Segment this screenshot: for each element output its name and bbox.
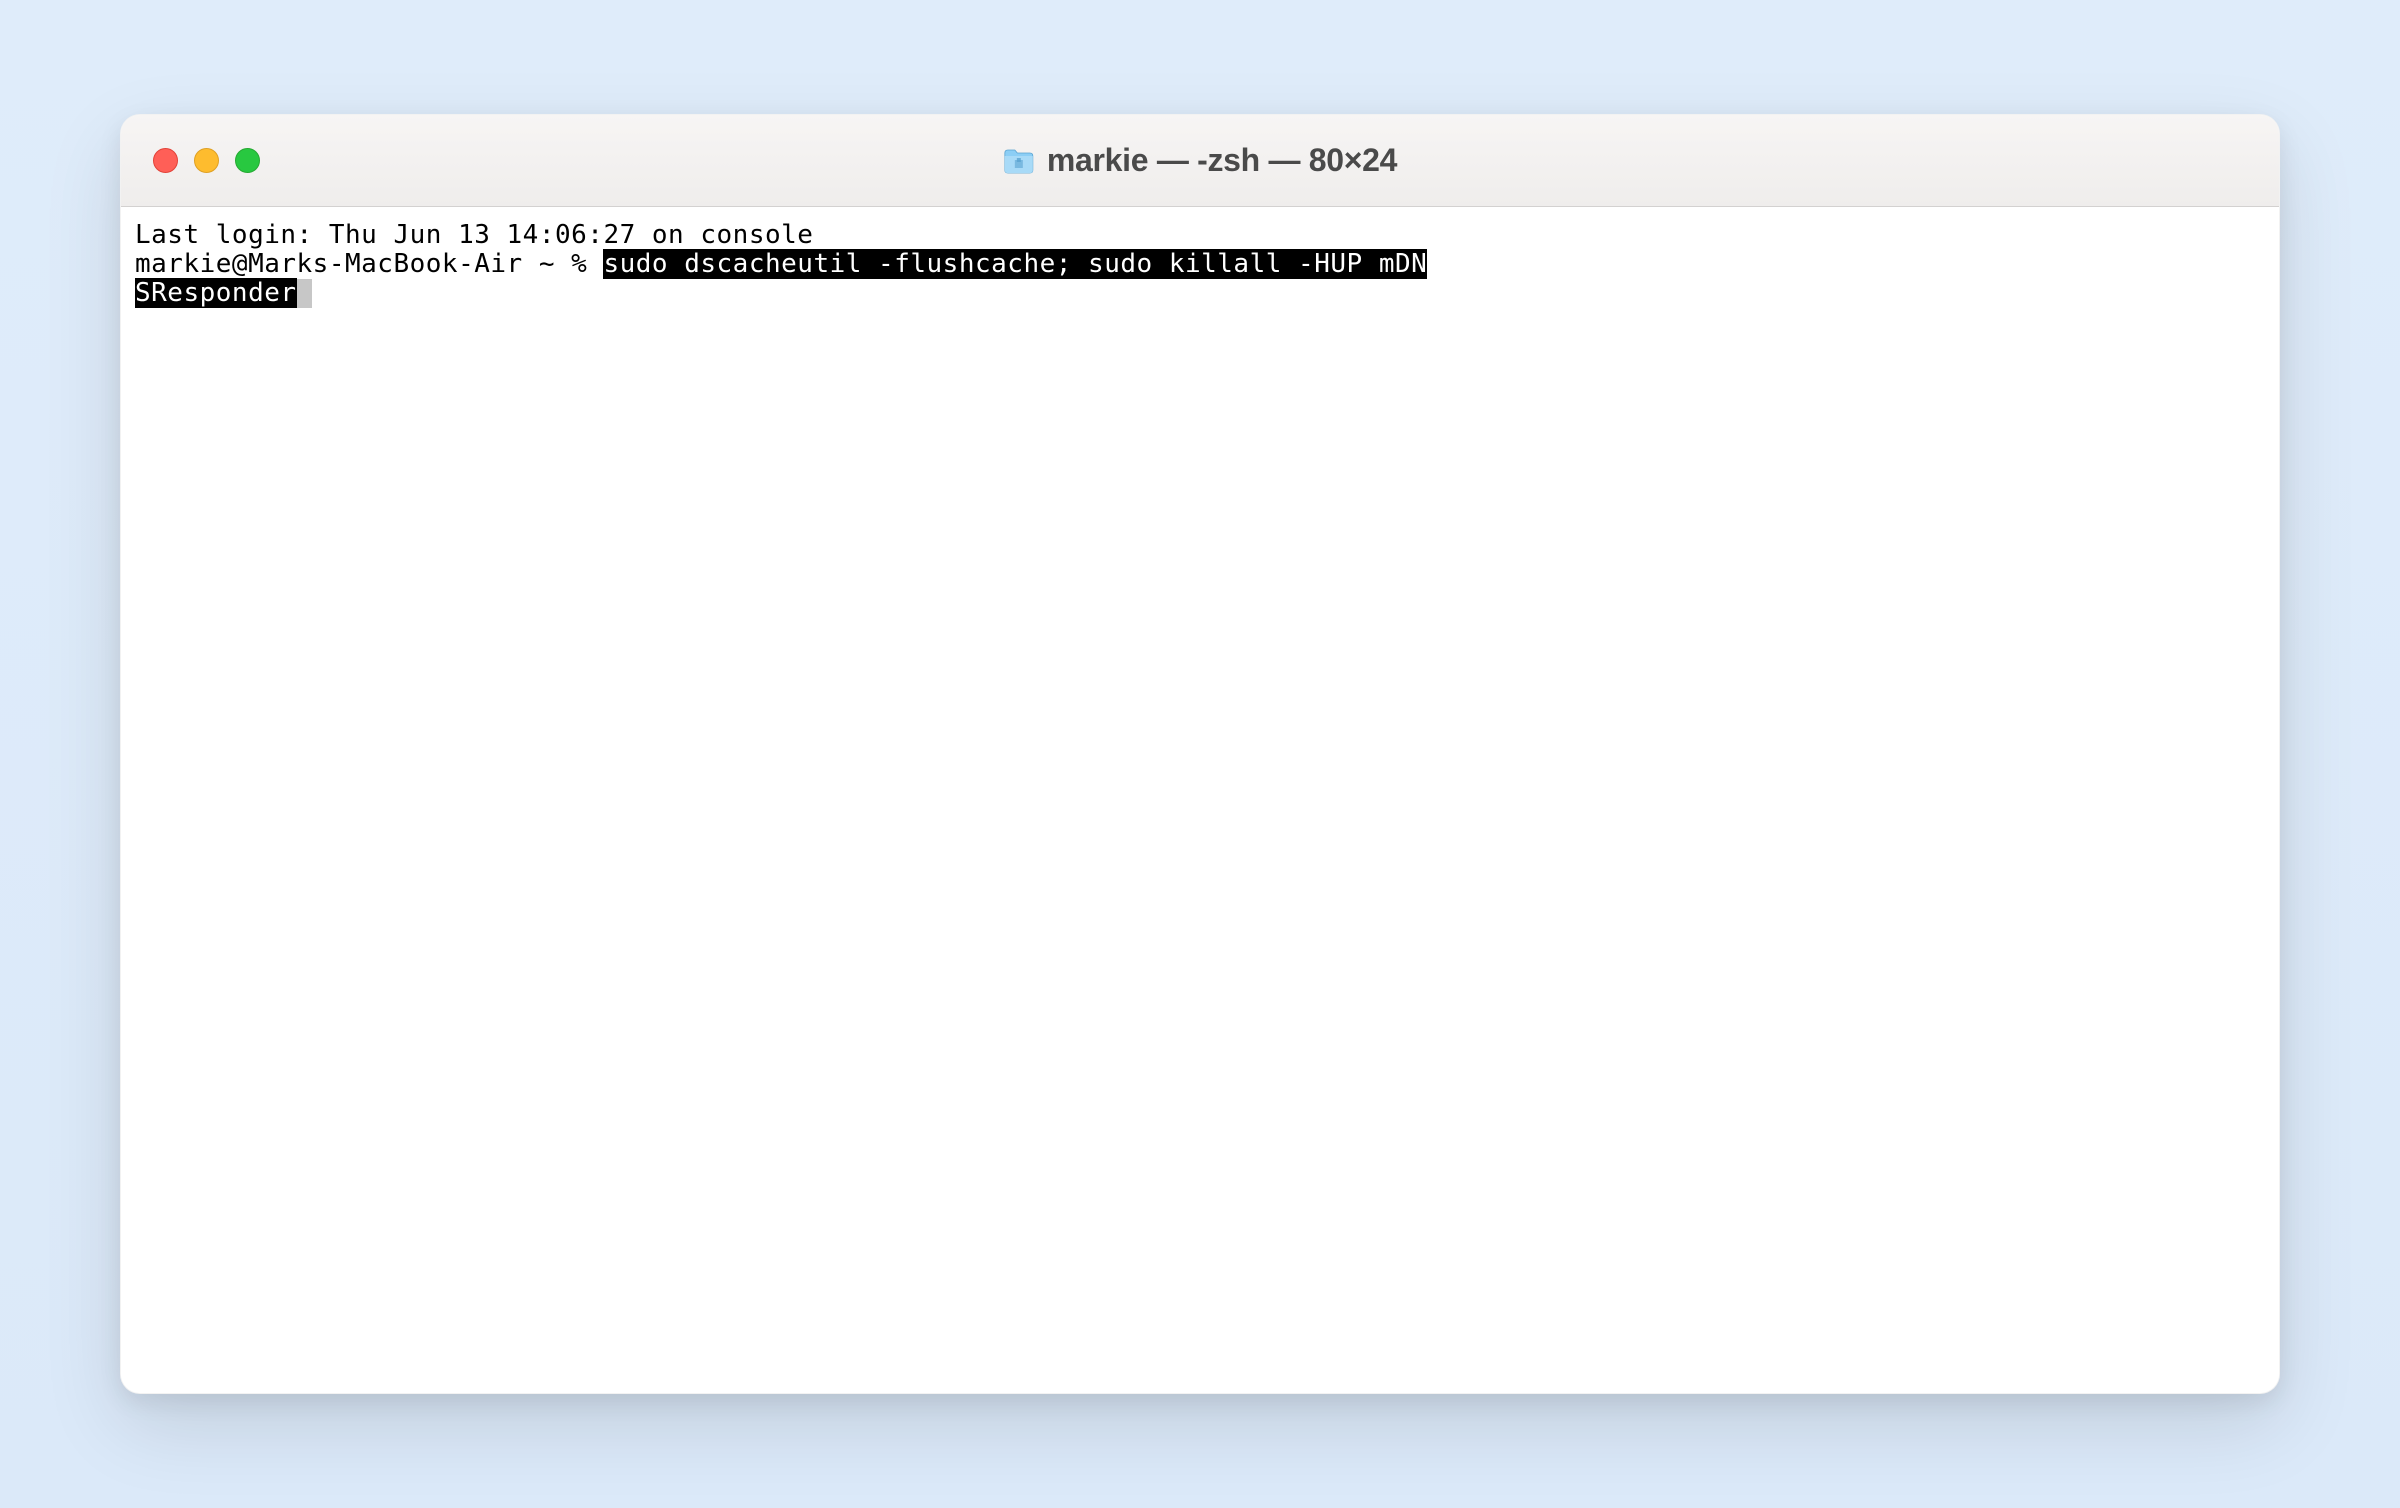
terminal-window: markie — -zsh — 80×24 Last login: Thu Ju… <box>120 114 2280 1394</box>
cursor <box>297 279 313 308</box>
command-selection-part2[interactable]: SResponder <box>135 278 297 308</box>
prompt-line-2: SResponder <box>135 279 2265 308</box>
close-button[interactable] <box>153 148 178 173</box>
terminal-body[interactable]: Last login: Thu Jun 13 14:06:27 on conso… <box>121 207 2279 1393</box>
zoom-button[interactable] <box>235 148 260 173</box>
title-bar[interactable]: markie — -zsh — 80×24 <box>121 115 2279 207</box>
command-selection-part1[interactable]: sudo dscacheutil -flushcache; sudo killa… <box>603 249 1427 279</box>
folder-icon <box>1003 147 1035 175</box>
window-title: markie — -zsh — 80×24 <box>1047 142 1397 179</box>
title-area: markie — -zsh — 80×24 <box>1003 142 1397 179</box>
minimize-button[interactable] <box>194 148 219 173</box>
prompt-text: markie@Marks-MacBook-Air ~ % <box>135 249 603 279</box>
prompt-line: markie@Marks-MacBook-Air ~ % sudo dscach… <box>135 250 2265 279</box>
traffic-lights <box>153 148 260 173</box>
last-login-text: Last login: Thu Jun 13 14:06:27 on conso… <box>135 221 2265 250</box>
